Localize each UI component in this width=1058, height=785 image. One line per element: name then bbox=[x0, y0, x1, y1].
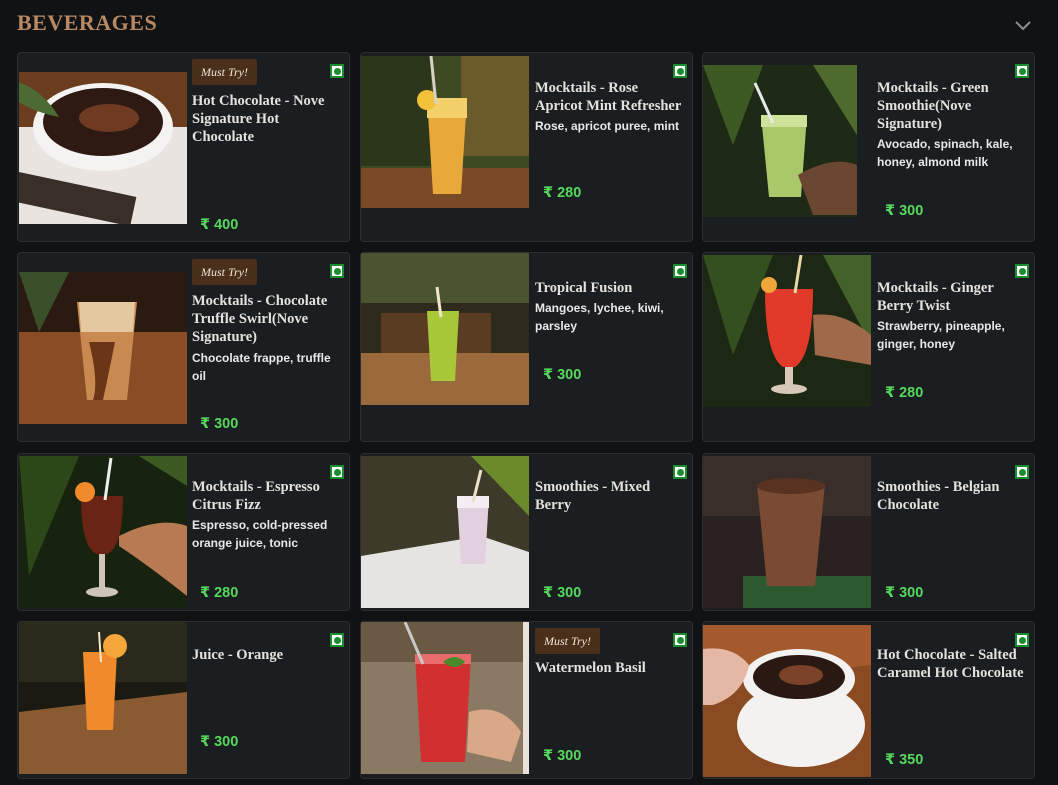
veg-icon bbox=[673, 264, 687, 278]
item-description: Espresso, cold-pressed orange juice, ton… bbox=[192, 518, 328, 550]
item-price: ₹ 300 bbox=[543, 367, 582, 383]
menu-item-card[interactable]: Juice - Orange ₹ 300 bbox=[17, 621, 350, 779]
item-description: Mangoes, lychee, kiwi, parsley bbox=[535, 301, 664, 333]
item-name: Smoothies - Belgian Chocolate bbox=[877, 479, 1000, 513]
item-price: ₹ 280 bbox=[885, 385, 924, 401]
item-description: Chocolate frappe, truffle oil bbox=[192, 351, 331, 383]
item-name: Smoothies - Mixed Berry bbox=[535, 479, 651, 513]
menu-item-card[interactable]: Hot Chocolate - Salted Caramel Hot Choco… bbox=[702, 621, 1035, 779]
menu-item-card[interactable]: Mocktails - Green Smoothie(Nove Signatur… bbox=[702, 52, 1035, 242]
menu-item-card[interactable]: Mocktails - Espresso Citrus Fizz Espress… bbox=[17, 453, 350, 611]
item-image bbox=[19, 72, 187, 224]
menu-item-card[interactable]: Smoothies - Mixed Berry ₹ 300 bbox=[360, 453, 693, 611]
veg-icon bbox=[330, 64, 344, 78]
item-image bbox=[19, 622, 187, 774]
menu-item-card[interactable]: Must Try! Hot Chocolate - Nove Signature… bbox=[17, 52, 350, 242]
item-name: Mocktails - Rose Apricot Mint Refresher bbox=[535, 80, 682, 114]
menu-item-card[interactable]: Must Try! Mocktails - Chocolate Truffle … bbox=[17, 252, 350, 442]
item-description: Rose, apricot puree, mint bbox=[535, 119, 680, 133]
item-name: Juice - Orange bbox=[192, 647, 284, 663]
veg-icon bbox=[673, 633, 687, 647]
item-price: ₹ 280 bbox=[543, 185, 582, 201]
item-name: Mocktails - Ginger Berry Twist bbox=[877, 280, 994, 314]
item-image bbox=[361, 622, 529, 774]
item-name: Mocktails - Chocolate Truffle Swirl(Nove… bbox=[192, 293, 328, 345]
must-try-badge: Must Try! bbox=[192, 59, 258, 85]
item-name: Hot Chocolate - Nove Signature Hot Choco… bbox=[192, 93, 325, 145]
item-image bbox=[19, 456, 187, 608]
item-price: ₹ 300 bbox=[885, 203, 924, 219]
chevron-down-icon[interactable] bbox=[1012, 17, 1034, 35]
menu-item-card[interactable]: Mocktails - Rose Apricot Mint Refresher … bbox=[360, 52, 693, 242]
item-price: ₹ 300 bbox=[200, 734, 239, 750]
veg-icon bbox=[673, 64, 687, 78]
item-price: ₹ 280 bbox=[200, 585, 239, 601]
veg-icon bbox=[1015, 633, 1029, 647]
item-image bbox=[361, 56, 529, 208]
item-price: ₹ 300 bbox=[885, 585, 924, 601]
item-image bbox=[361, 253, 529, 405]
item-description: Avocado, spinach, kale, honey, almond mi… bbox=[877, 137, 1013, 169]
menu-item-card[interactable]: Smoothies - Belgian Chocolate ₹ 300 bbox=[702, 453, 1035, 611]
item-price: ₹ 300 bbox=[543, 748, 582, 764]
item-description: Strawberry, pineapple, ginger, honey bbox=[877, 319, 1005, 351]
veg-icon bbox=[330, 264, 344, 278]
item-image bbox=[703, 65, 857, 217]
item-image bbox=[703, 625, 871, 777]
veg-icon bbox=[330, 633, 344, 647]
menu-item-card[interactable]: Tropical Fusion Mangoes, lychee, kiwi, p… bbox=[360, 252, 693, 442]
menu-item-card[interactable]: Mocktails - Ginger Berry Twist Strawberr… bbox=[702, 252, 1035, 442]
item-name: Mocktails - Green Smoothie(Nove Signatur… bbox=[877, 80, 989, 132]
menu-item-card[interactable]: Must Try! Watermelon Basil ₹ 300 bbox=[360, 621, 693, 779]
item-name: Mocktails - Espresso Citrus Fizz bbox=[192, 479, 320, 513]
item-name: Watermelon Basil bbox=[535, 660, 646, 676]
item-price: ₹ 300 bbox=[543, 585, 582, 601]
item-image bbox=[361, 456, 529, 608]
item-image bbox=[703, 456, 871, 608]
veg-icon bbox=[673, 465, 687, 479]
item-image bbox=[19, 272, 187, 424]
veg-icon bbox=[330, 465, 344, 479]
veg-icon bbox=[1015, 264, 1029, 278]
section-title: BEVERAGES bbox=[17, 10, 158, 35]
veg-icon bbox=[1015, 465, 1029, 479]
item-name: Tropical Fusion bbox=[535, 280, 633, 296]
item-price: ₹ 350 bbox=[885, 752, 924, 768]
item-name: Hot Chocolate - Salted Caramel Hot Choco… bbox=[877, 647, 1024, 681]
item-price: ₹ 400 bbox=[200, 217, 239, 233]
must-try-badge: Must Try! bbox=[192, 259, 258, 285]
must-try-badge: Must Try! bbox=[535, 628, 601, 654]
item-image bbox=[703, 255, 871, 407]
item-price: ₹ 300 bbox=[200, 416, 239, 432]
veg-icon bbox=[1015, 64, 1029, 78]
